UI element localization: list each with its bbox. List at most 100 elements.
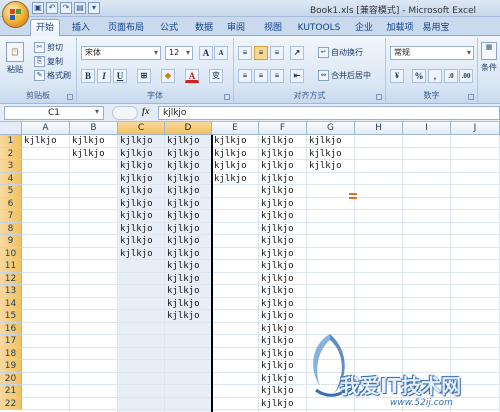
cell-c5[interactable]: kjlkjo <box>120 185 153 197</box>
cell-d12[interactable]: kjlkjo <box>167 273 200 285</box>
name-box[interactable]: C1 <box>4 106 104 120</box>
row-header-10[interactable]: 10 <box>0 247 22 260</box>
cell-f1[interactable]: kjlkjo <box>261 135 294 147</box>
row-header-4[interactable]: 4 <box>0 172 22 185</box>
cell-f6[interactable]: kjlkjo <box>261 198 294 210</box>
column-header-f[interactable]: F <box>259 122 307 135</box>
row-header-8[interactable]: 8 <box>0 222 22 235</box>
cell-c3[interactable]: kjlkjo <box>120 160 153 172</box>
cell-f15[interactable]: kjlkjo <box>261 310 294 322</box>
save-icon[interactable]: ▣ <box>32 2 44 14</box>
name-box-dropdown-icon[interactable]: ▾ <box>95 107 99 116</box>
bold-button[interactable]: B <box>81 69 95 83</box>
row-header-6[interactable]: 6 <box>0 197 22 210</box>
percent-button[interactable]: % <box>412 69 426 83</box>
row-header-21[interactable]: 21 <box>0 385 22 398</box>
conditional-format-button[interactable]: ▦ 条件 <box>481 42 497 73</box>
cell-c9[interactable]: kjlkjo <box>120 235 153 247</box>
clipboard-launcher-icon[interactable] <box>67 94 73 100</box>
cell-c2[interactable]: kjlkjo <box>120 148 153 160</box>
column-header-b[interactable]: B <box>70 122 118 135</box>
cell-d7[interactable]: kjlkjo <box>167 210 200 222</box>
cell-f4[interactable]: kjlkjo <box>261 173 294 185</box>
row-header-22[interactable]: 22 <box>0 397 22 410</box>
cell-d8[interactable]: kjlkjo <box>167 223 200 235</box>
cell-d15[interactable]: kjlkjo <box>167 310 200 322</box>
tab-5[interactable]: 审阅 <box>222 20 250 36</box>
row-header-9[interactable]: 9 <box>0 235 22 248</box>
row-header-2[interactable]: 2 <box>0 147 22 160</box>
font-size-select[interactable]: 12 <box>165 46 193 60</box>
row-header-16[interactable]: 16 <box>0 322 22 335</box>
wrap-text-button[interactable]: ↵ 自动换行 <box>318 47 363 58</box>
cell-g2[interactable]: kjlkjo <box>309 148 342 160</box>
cell-e2[interactable]: kjlkjo <box>214 148 247 160</box>
phonetic-button[interactable]: 变 <box>209 69 223 83</box>
paste-button[interactable]: 📋 粘贴 <box>4 42 26 75</box>
tab-10[interactable]: 易用宝 <box>420 20 452 36</box>
tab-9[interactable]: 加载项 <box>384 20 416 36</box>
row-header-12[interactable]: 12 <box>0 272 22 285</box>
cell-c8[interactable]: kjlkjo <box>120 223 153 235</box>
cell-b1[interactable]: kjlkjo <box>72 135 105 147</box>
cell-f14[interactable]: kjlkjo <box>261 298 294 310</box>
tab-8[interactable]: 企业 <box>350 20 378 36</box>
copy-button[interactable]: ⎘ 复制 <box>34 56 63 67</box>
formula-bar-expander[interactable] <box>112 106 138 120</box>
row-header-11[interactable]: 11 <box>0 260 22 273</box>
decrease-decimal-icon[interactable]: .00 <box>459 69 473 83</box>
cell-d3[interactable]: kjlkjo <box>167 160 200 172</box>
cell-f18[interactable]: kjlkjo <box>261 348 294 360</box>
number-format-select[interactable]: 常规 <box>390 46 474 60</box>
cell-d11[interactable]: kjlkjo <box>167 260 200 272</box>
row-header-7[interactable]: 7 <box>0 210 22 223</box>
font-launcher-icon[interactable] <box>224 94 230 100</box>
cell-c4[interactable]: kjlkjo <box>120 173 153 185</box>
font-name-select[interactable]: 宋体 <box>81 46 161 60</box>
row-header-20[interactable]: 20 <box>0 372 22 385</box>
cell-f16[interactable]: kjlkjo <box>261 323 294 335</box>
row-header-15[interactable]: 15 <box>0 310 22 323</box>
align-right-icon[interactable]: ≡ <box>270 69 284 83</box>
tab-7[interactable]: KUTOOLS <box>294 20 344 36</box>
column-header-h[interactable]: H <box>355 122 403 135</box>
cell-f22[interactable]: kjlkjo <box>261 398 294 410</box>
column-header-d[interactable]: D <box>165 122 212 135</box>
orientation-icon[interactable]: ↗ <box>290 46 304 60</box>
cell-f8[interactable]: kjlkjo <box>261 223 294 235</box>
fill-color-icon[interactable]: ◈ <box>161 69 175 83</box>
cell-a1[interactable]: kjlkjo <box>24 135 57 147</box>
cell-d2[interactable]: kjlkjo <box>167 148 200 160</box>
cell-g3[interactable]: kjlkjo <box>309 160 342 172</box>
select-all-corner[interactable] <box>0 122 22 135</box>
align-bottom-icon[interactable]: ≡ <box>270 46 284 60</box>
insert-function-icon[interactable]: fx <box>142 106 150 116</box>
cell-c6[interactable]: kjlkjo <box>120 198 153 210</box>
row-header-3[interactable]: 3 <box>0 160 22 173</box>
cell-d5[interactable]: kjlkjo <box>167 185 200 197</box>
tab-1[interactable]: 插入 <box>66 20 96 36</box>
cell-f19[interactable]: kjlkjo <box>261 360 294 372</box>
tab-3[interactable]: 公式 <box>154 20 184 36</box>
cell-f5[interactable]: kjlkjo <box>261 185 294 197</box>
align-middle-icon[interactable]: ≡ <box>254 46 268 60</box>
cell-d10[interactable]: kjlkjo <box>167 248 200 260</box>
currency-icon[interactable]: ¥ <box>390 69 404 83</box>
alignment-launcher-icon[interactable] <box>376 94 382 100</box>
cell-f7[interactable]: kjlkjo <box>261 210 294 222</box>
shrink-font-button[interactable]: A <box>214 46 228 60</box>
column-header-g[interactable]: G <box>307 122 355 135</box>
tab-2[interactable]: 页面布局 <box>104 20 148 36</box>
italic-button[interactable]: I <box>97 69 111 83</box>
increase-decimal-icon[interactable]: .0 <box>444 69 458 83</box>
formula-input[interactable]: kjlkjo <box>158 106 500 120</box>
cell-c10[interactable]: kjlkjo <box>120 248 153 260</box>
cell-e3[interactable]: kjlkjo <box>214 160 247 172</box>
cell-d1[interactable]: kjlkjo <box>167 135 200 147</box>
column-header-j[interactable]: J <box>451 122 500 135</box>
cell-f17[interactable]: kjlkjo <box>261 335 294 347</box>
cell-d14[interactable]: kjlkjo <box>167 298 200 310</box>
align-top-icon[interactable]: ≡ <box>238 46 252 60</box>
redo-icon[interactable]: ↷ <box>60 2 72 14</box>
tab-6[interactable]: 视图 <box>258 20 288 36</box>
